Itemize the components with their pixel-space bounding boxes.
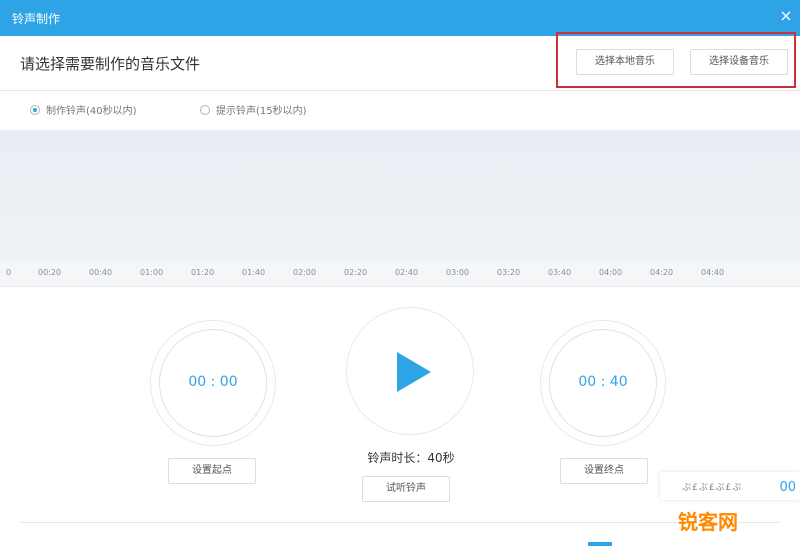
start-time-value: 00 : 00 bbox=[188, 374, 238, 390]
end-time-dial[interactable]: 00 : 40 bbox=[540, 320, 666, 446]
timeline-tick: 04:40 bbox=[701, 268, 725, 277]
timeline-tick: 03:40 bbox=[548, 268, 572, 277]
timeline-tick: 04:20 bbox=[650, 268, 674, 277]
page-title: 请选择需要制作的音乐文件 bbox=[20, 55, 201, 73]
timeline-tick: 00:40 bbox=[89, 268, 113, 277]
timeline-tick: 03:20 bbox=[497, 268, 521, 277]
radio-ringtone-40s[interactable]: 制作铃声(40秒以内) bbox=[30, 102, 137, 117]
title-bar: 铃声制作 × bbox=[0, 0, 800, 36]
watermark-logo: 锐客网 bbox=[678, 510, 738, 534]
waveform-area[interactable] bbox=[0, 130, 800, 260]
close-icon[interactable]: × bbox=[776, 6, 796, 26]
ringtone-type-options: 制作铃声(40秒以内) 提示铃声(15秒以内) bbox=[0, 96, 800, 124]
footer-divider bbox=[20, 522, 780, 523]
choose-device-music-button[interactable]: 选择设备音乐 bbox=[690, 49, 788, 75]
window-title: 铃声制作 bbox=[12, 12, 61, 26]
floating-widget-text: ぷ£ぷ£ぷ£ぷ bbox=[682, 483, 743, 493]
timeline-tick: 04:00 bbox=[599, 268, 623, 277]
radio-notification-15s[interactable]: 提示铃声(15秒以内) bbox=[200, 102, 307, 117]
play-button[interactable] bbox=[346, 307, 474, 435]
choose-local-music-button[interactable]: 选择本地音乐 bbox=[576, 49, 674, 75]
radio-label: 提示铃声(15秒以内) bbox=[216, 106, 307, 117]
timeline-tick: 02:20 bbox=[344, 268, 368, 277]
radio-unselected-icon bbox=[200, 104, 210, 115]
timeline-tick: 01:20 bbox=[191, 268, 215, 277]
play-triangle-icon bbox=[397, 352, 431, 392]
radio-label: 制作铃声(40秒以内) bbox=[46, 106, 137, 117]
radio-selected-icon bbox=[30, 104, 40, 115]
timeline-tick: 0 bbox=[6, 268, 12, 277]
floating-widget[interactable]: ぷ£ぷ£ぷ£ぷ 00 bbox=[660, 472, 800, 500]
timeline-tick: 01:00 bbox=[140, 268, 164, 277]
floating-widget-corner: 00 bbox=[779, 480, 796, 495]
footer-tab-indicator bbox=[588, 542, 612, 546]
timeline-tick: 03:00 bbox=[446, 268, 470, 277]
preview-ringtone-button[interactable]: 试听铃声 bbox=[362, 476, 450, 502]
ringtone-duration-label: 铃声时长：40秒 bbox=[367, 451, 455, 465]
timeline-tick: 02:40 bbox=[395, 268, 419, 277]
timeline-tick: 00:20 bbox=[38, 268, 62, 277]
end-time-value: 00 : 40 bbox=[578, 374, 628, 390]
set-start-button[interactable]: 设置起点 bbox=[168, 458, 256, 484]
timeline-ruler: 0 00:20 00:40 01:00 01:20 01:40 02:00 02… bbox=[0, 260, 800, 287]
start-time-dial[interactable]: 00 : 00 bbox=[150, 320, 276, 446]
timeline-tick: 01:40 bbox=[242, 268, 266, 277]
timeline-tick: 02:00 bbox=[293, 268, 317, 277]
set-end-button[interactable]: 设置终点 bbox=[560, 458, 648, 484]
